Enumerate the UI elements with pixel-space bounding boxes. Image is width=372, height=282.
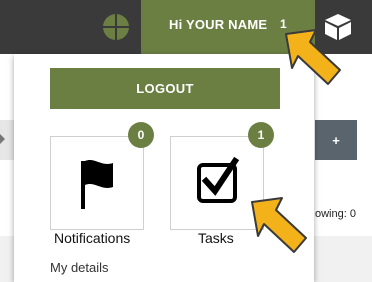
logout-button[interactable]: LOGOUT xyxy=(50,68,280,109)
tasks-label: Tasks xyxy=(198,230,234,246)
arrow-pointer-icon xyxy=(285,29,341,85)
arrow-pointer-icon xyxy=(251,197,307,253)
flag-icon xyxy=(81,160,113,209)
notifications-tile-box[interactable] xyxy=(50,136,144,230)
showing-count-text: owing: 0 xyxy=(315,208,356,220)
notifications-label: Notifications xyxy=(54,230,131,246)
my-details-link[interactable]: My details xyxy=(50,260,109,275)
notifications-tile[interactable]: 0 Notifications xyxy=(50,122,160,246)
globe-icon[interactable] xyxy=(101,12,131,42)
notifications-count-badge: 0 xyxy=(128,122,154,148)
add-button[interactable]: + xyxy=(315,120,357,160)
tasks-count-badge: 1 xyxy=(248,122,274,148)
collapse-arrow-icon[interactable] xyxy=(0,134,5,144)
checkbox-icon xyxy=(197,156,240,203)
user-greeting: Hi YOUR NAME xyxy=(169,17,268,32)
